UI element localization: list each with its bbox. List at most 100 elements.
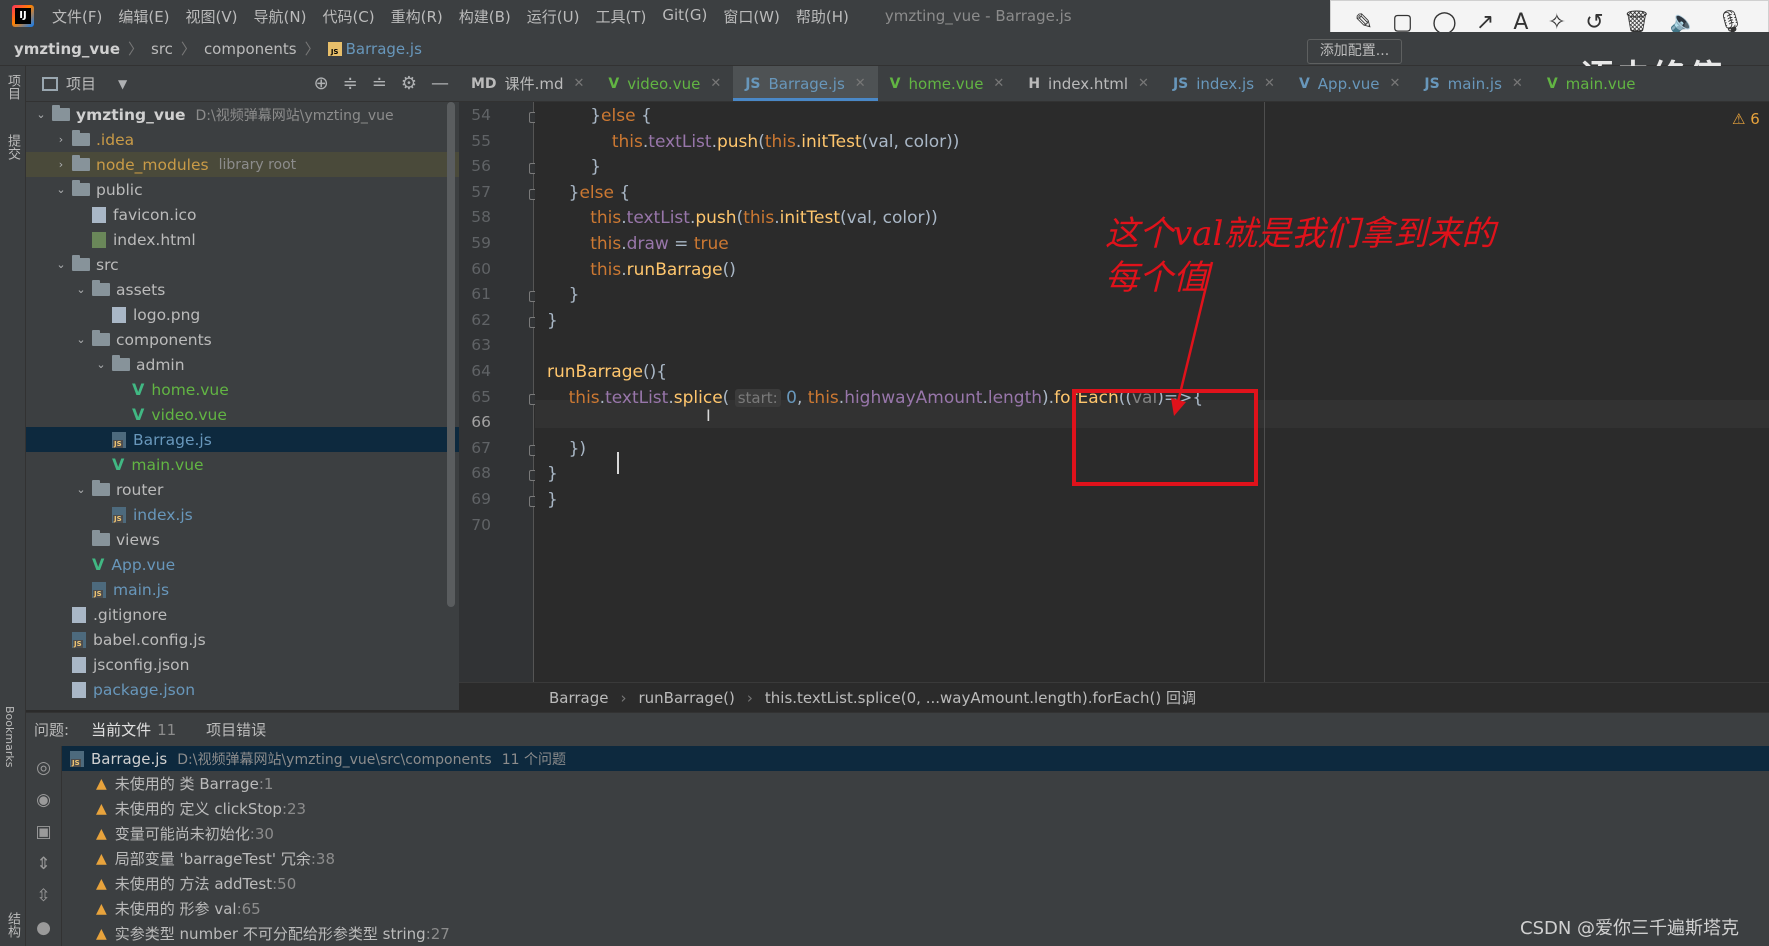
menu-item-9[interactable]: Git(G) [654, 6, 715, 27]
chevron-down-icon[interactable]: ⌄ [74, 483, 88, 496]
problems-file-row[interactable]: Barrage.js D:\视频弹幕网站\ymzting_vue\src\comp… [62, 746, 1769, 771]
pencil-icon[interactable]: ✎ [1355, 12, 1373, 34]
close-icon[interactable]: ✕ [1264, 76, 1275, 91]
collapse-all-icon[interactable]: ≐ [372, 73, 387, 94]
tree-row[interactable]: babel.config.js [26, 627, 459, 652]
tree-row[interactable]: ⌄ admin [26, 352, 459, 377]
close-icon[interactable]: ✕ [855, 76, 866, 91]
close-icon[interactable]: ✕ [1512, 76, 1523, 91]
tab-index-js[interactable]: JS index.js ✕ [1161, 66, 1287, 101]
chevron-right-icon[interactable]: › [54, 158, 68, 171]
expand-all-icon[interactable]: ≑ [343, 73, 358, 94]
menu-item-11[interactable]: 帮助(H) [788, 6, 857, 27]
refresh-icon[interactable]: ◎ [26, 758, 61, 778]
menu-item-0[interactable]: 文件(F) [44, 6, 110, 27]
menu-item-1[interactable]: 编辑(E) [110, 6, 177, 27]
arrow-icon[interactable]: ↗ [1476, 12, 1494, 34]
problem-item[interactable]: ▲ 实参类型 number 不可分配给形参类型 string :27 [62, 921, 1769, 946]
menu-item-7[interactable]: 运行(U) [519, 6, 588, 27]
tree-row[interactable]: Barrage.js [26, 427, 459, 452]
tool-tab-structure[interactable]: 结构 [3, 912, 22, 938]
tree-row[interactable]: ⌄ public [26, 177, 459, 202]
rectangle-icon[interactable]: ▢ [1392, 12, 1413, 34]
tool-tab-commit[interactable]: 提交 [3, 134, 22, 160]
tree-row[interactable]: index.html [26, 227, 459, 252]
chevron-down-icon[interactable]: ⌄ [94, 358, 108, 371]
chevron-down-icon[interactable]: ⌄ [74, 283, 88, 296]
problem-item[interactable]: ▲ 局部变量 'barrageTest' 冗余 :38 [62, 846, 1769, 871]
add-configuration-button[interactable]: 添加配置... [1307, 39, 1402, 64]
menu-item-2[interactable]: 视图(V) [178, 6, 246, 27]
tree-row[interactable]: package.json [26, 677, 459, 702]
menu-item-3[interactable]: 导航(N) [246, 6, 315, 27]
lightbulb-icon[interactable]: ● [26, 918, 61, 938]
microphone-icon[interactable]: 🎙 [1716, 12, 1744, 34]
tree-row[interactable]: ⌄ ymzting_vue D:\视频弹幕网站\ymzting_vue [26, 102, 459, 127]
chevron-down-icon[interactable]: ⌄ [54, 258, 68, 271]
tree-row[interactable]: favicon.ico [26, 202, 459, 227]
breadcrumb-project[interactable]: ymzting_vue [14, 40, 120, 58]
problems-tab-0[interactable]: 当前文件 11 [91, 719, 176, 740]
chevron-down-icon[interactable]: ▼ [118, 77, 127, 91]
project-panel-title[interactable]: 项目 [66, 73, 96, 94]
chevron-down-icon[interactable]: ⌄ [34, 108, 48, 121]
menu-item-4[interactable]: 代码(C) [314, 6, 382, 27]
tree-row[interactable]: jsconfig.json [26, 652, 459, 677]
collapse-icon[interactable]: ⇳ [26, 886, 61, 906]
hide-panel-icon[interactable]: — [431, 73, 449, 94]
chevron-right-icon[interactable]: › [54, 133, 68, 146]
close-icon[interactable]: ✕ [710, 76, 721, 91]
locate-file-icon[interactable]: ⊕ [314, 73, 329, 94]
tree-row[interactable]: main.js [26, 577, 459, 602]
tree-row[interactable]: Vmain.vue [26, 452, 459, 477]
code-breadcrumb-item[interactable]: Barrage [549, 689, 609, 707]
eye-icon[interactable]: ◉ [26, 790, 61, 810]
tree-row[interactable]: views [26, 527, 459, 552]
code-breadcrumb-item[interactable]: this.textList.splice(0, ...wayAmount.len… [765, 687, 1196, 708]
tree-row[interactable]: index.js [26, 502, 459, 527]
tab-home-vue[interactable]: Vhome.vue ✕ [878, 66, 1017, 101]
tree-row[interactable]: ⌄ components [26, 327, 459, 352]
tree-row[interactable]: › node_modules library root [26, 152, 459, 177]
problem-item[interactable]: ▲ 未使用的 形参 val :65 [62, 896, 1769, 921]
breadcrumb-file[interactable]: JS Barrage.js [327, 40, 422, 58]
tree-row[interactable]: .gitignore [26, 602, 459, 627]
tree-row[interactable]: › .idea [26, 127, 459, 152]
trash-icon[interactable]: 🗑 [1623, 12, 1651, 34]
tree-row[interactable]: Vvideo.vue [26, 402, 459, 427]
tree-row[interactable]: ⌄ router [26, 477, 459, 502]
close-icon[interactable]: ✕ [993, 76, 1004, 91]
tree-row[interactable]: ⌄ assets [26, 277, 459, 302]
problem-item[interactable]: ▲ 未使用的 类 Barrage :1 [62, 771, 1769, 796]
close-icon[interactable]: ✕ [1138, 76, 1149, 91]
tab-index-html[interactable]: Hindex.html ✕ [1016, 66, 1161, 101]
tab--md[interactable]: MD 课件.md ✕ [459, 66, 596, 101]
close-icon[interactable]: ✕ [1389, 76, 1400, 91]
undo-icon[interactable]: ↺ [1585, 12, 1603, 34]
problem-item[interactable]: ▲ 未使用的 方法 addTest :50 [62, 871, 1769, 896]
menu-item-6[interactable]: 构建(B) [451, 6, 519, 27]
gear-icon[interactable]: ⚙ [401, 73, 417, 94]
tree-row[interactable]: V App.vue [26, 552, 459, 577]
problem-item[interactable]: ▲ 未使用的 定义 clickStop :23 [62, 796, 1769, 821]
breadcrumb-components[interactable]: components [204, 40, 297, 58]
text-icon[interactable]: A [1513, 12, 1528, 34]
tab-barrage-js[interactable]: JS Barrage.js ✕ [733, 66, 879, 101]
tree-row[interactable]: logo.png [26, 302, 459, 327]
speaker-icon[interactable]: 🔈 [1670, 12, 1697, 34]
tab-app-vue[interactable]: V App.vue ✕ [1287, 66, 1412, 101]
circle-icon[interactable]: ◯ [1432, 12, 1457, 34]
code-breadcrumb-item[interactable]: runBarrage() [639, 689, 735, 707]
magic-wand-icon[interactable]: ✧ [1548, 12, 1566, 34]
close-icon[interactable]: ✕ [573, 76, 584, 91]
breadcrumb-src[interactable]: src [151, 40, 173, 58]
tree-row[interactable]: Vhome.vue [26, 377, 459, 402]
tool-tab-project[interactable]: 项目 [3, 74, 22, 100]
tab-main-vue[interactable]: Vmain.vue [1535, 66, 1648, 101]
chevron-down-icon[interactable]: ⌄ [74, 333, 88, 346]
menu-item-8[interactable]: 工具(T) [587, 6, 654, 27]
menu-item-10[interactable]: 窗口(W) [715, 6, 788, 27]
problem-item[interactable]: ▲ 变量可能尚未初始化 :30 [62, 821, 1769, 846]
tab-main-js[interactable]: JS main.js ✕ [1412, 66, 1534, 101]
tree-row[interactable]: ⌄ src [26, 252, 459, 277]
